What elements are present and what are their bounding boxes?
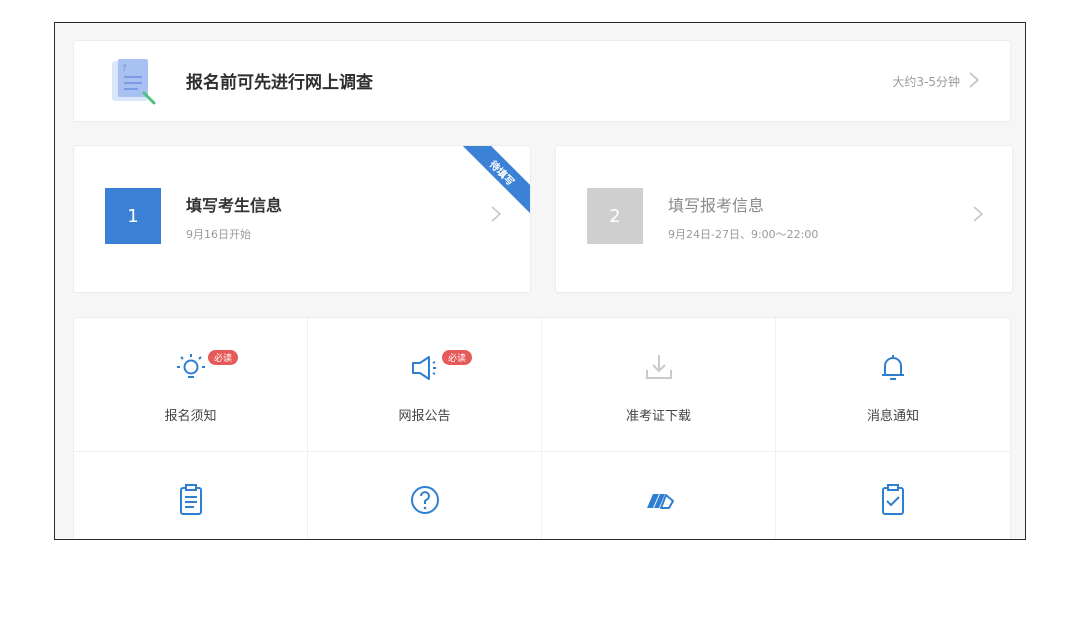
chevron-right-icon bbox=[491, 206, 502, 222]
step-title: 填写报考信息 bbox=[668, 196, 765, 215]
grid-item-row2-1[interactable] bbox=[74, 452, 308, 539]
step-date: 9月24日-27日、9:00～22:00 bbox=[668, 228, 819, 241]
bell-icon bbox=[882, 355, 904, 380]
survey-title: 报名前可先进行网上调查 bbox=[186, 73, 373, 93]
help-circle-icon bbox=[411, 486, 439, 514]
grid-item-notifications[interactable]: 消息通知 bbox=[776, 318, 1010, 452]
must-read-badge: 必读 bbox=[208, 350, 239, 365]
svg-text:?: ? bbox=[122, 64, 127, 74]
step-number: 1 bbox=[105, 188, 161, 244]
lightbulb-icon bbox=[177, 354, 205, 378]
grid-item-row2-3[interactable] bbox=[542, 452, 776, 539]
chevron-right-icon bbox=[973, 206, 984, 222]
grid-item-label: 报名须知 bbox=[164, 409, 217, 424]
step-card-fill-application-info[interactable]: 2 填写报考信息 9月24日-27日、9:00～22:00 bbox=[555, 145, 1013, 293]
chevron-right-icon bbox=[969, 72, 980, 88]
step-number: 2 bbox=[587, 188, 643, 244]
fast-forward-icon bbox=[647, 494, 674, 509]
grid-item-label: 网报公告 bbox=[398, 409, 451, 424]
survey-duration: 大约3-5分钟 bbox=[892, 75, 960, 89]
grid-item-announcement[interactable]: 必读 网报公告 bbox=[308, 318, 542, 452]
grid-item-label: 消息通知 bbox=[866, 409, 919, 424]
survey-banner[interactable]: ? 报名前可先进行网上调查 大约3-5分钟 bbox=[73, 40, 1011, 122]
clipboard-check-icon bbox=[882, 484, 904, 515]
grid-item-registration-notice[interactable]: 必读 报名须知 bbox=[74, 318, 308, 452]
step-card-fill-candidate-info[interactable]: 1 填写考生信息 9月16日开始 待填写 bbox=[73, 145, 531, 293]
grid-item-row2-4[interactable] bbox=[776, 452, 1010, 539]
download-icon bbox=[646, 355, 672, 379]
grid-item-label: 准考证下载 bbox=[625, 409, 691, 424]
megaphone-icon bbox=[412, 356, 436, 380]
grid-item-row2-2[interactable] bbox=[308, 452, 542, 539]
step-date: 9月16日开始 bbox=[186, 228, 251, 241]
survey-document-icon: ? bbox=[112, 59, 156, 105]
must-read-badge: 必读 bbox=[442, 350, 473, 365]
step-title: 填写考生信息 bbox=[186, 196, 283, 215]
clipboard-list-icon bbox=[180, 484, 202, 515]
grid-item-admission-ticket-download[interactable]: 准考证下载 bbox=[542, 318, 776, 452]
app-frame: ? 报名前可先进行网上调查 大约3-5分钟 1 填写考生信息 9月16日开始 待… bbox=[54, 22, 1026, 540]
function-grid: 必读 报名须知 必读 网报公告 准考证下载 消息通知 bbox=[73, 317, 1011, 539]
